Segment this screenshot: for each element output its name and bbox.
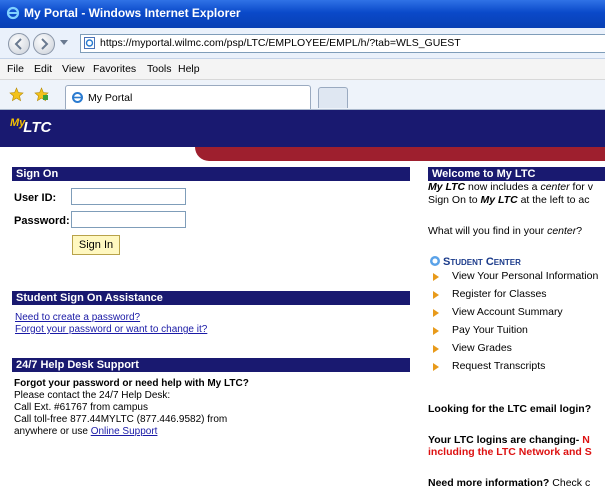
header-accent-band <box>195 147 605 161</box>
help-line-2: Call Ext. #61767 from campus <box>14 402 148 413</box>
welcome-q-end: ? <box>576 225 583 237</box>
logo-ltc: LTC <box>23 119 52 136</box>
chevron-down-icon[interactable] <box>60 40 68 46</box>
tab-bar: My Portal <box>0 80 605 110</box>
online-support-link[interactable]: Online Support <box>91 426 158 437</box>
welcome-p1b: now includes a <box>465 181 541 193</box>
logins-changing-text: Your LTC logins are changing- <box>428 434 583 446</box>
window-title: My Portal - Windows Internet Explorer <box>24 6 241 20</box>
list-item: View Grades <box>452 342 512 354</box>
help-line-3: Call toll-free 877.44MYLTC (877.446.9582… <box>14 414 228 425</box>
help-line-4-text: anywhere or use <box>14 426 88 437</box>
welcome-line-2: Sign On to My LTC at the left to ac <box>428 194 589 206</box>
address-url: https://myportal.wilmc.com/psp/LTC/EMPLO… <box>100 37 461 49</box>
password-label: Password: <box>14 215 70 227</box>
userid-label: User ID: <box>14 192 57 204</box>
menu-help[interactable]: Help <box>178 63 200 75</box>
welcome-line-1: My LTC now includes a center for v <box>428 181 593 193</box>
logo-my: My <box>10 117 26 129</box>
new-tab-button[interactable] <box>318 87 348 108</box>
bullet-icon <box>433 309 439 317</box>
menu-edit[interactable]: Edit <box>34 63 52 75</box>
welcome-p2a: Sign On to <box>428 194 481 206</box>
menu-tools[interactable]: Tools <box>147 63 172 75</box>
forward-arrow-icon <box>41 38 49 50</box>
email-login-question: Looking for the LTC email login? <box>428 403 592 415</box>
welcome-center-1: center <box>540 181 570 193</box>
list-item: Request Transcripts <box>452 360 546 372</box>
welcome-p1d: for v <box>569 181 593 193</box>
student-center-icon <box>430 256 440 266</box>
page-icon <box>84 37 95 49</box>
ie-page-icon <box>72 92 83 103</box>
ie-logo-icon <box>6 6 20 20</box>
help-question: Forgot your password or need help with M… <box>14 378 249 389</box>
more-info-rest: Check c <box>549 477 591 489</box>
list-item: Pay Your Tuition <box>452 324 528 336</box>
create-password-link[interactable]: Need to create a password? <box>15 312 140 323</box>
bullet-icon <box>433 273 439 281</box>
password-input[interactable] <box>71 211 186 228</box>
list-item: View Account Summary <box>452 306 563 318</box>
bullet-icon <box>433 327 439 335</box>
back-arrow-icon <box>14 38 22 50</box>
welcome-q: What will you find in your <box>428 225 548 237</box>
tab-label: My Portal <box>88 92 133 104</box>
tab-my-portal[interactable]: My Portal <box>65 85 311 109</box>
address-bar-row: https://myportal.wilmc.com/psp/LTC/EMPLO… <box>0 28 605 59</box>
bullet-icon <box>433 345 439 353</box>
student-center-title: Student Center <box>443 256 521 268</box>
address-input[interactable]: https://myportal.wilmc.com/psp/LTC/EMPLO… <box>80 34 605 53</box>
sign-in-button[interactable]: Sign In <box>72 235 120 255</box>
logins-changing-red: N <box>582 434 590 446</box>
menu-bar: File Edit View Favorites Tools Help <box>0 59 605 80</box>
welcome-myltc-2: My LTC <box>480 194 518 206</box>
add-favorite-icon[interactable] <box>34 87 49 102</box>
bullet-icon <box>433 291 439 299</box>
bullet-icon <box>433 363 439 371</box>
logins-changing-line-1: Your LTC logins are changing- N <box>428 434 590 446</box>
forward-button[interactable] <box>33 33 55 55</box>
window-titlebar: My Portal - Windows Internet Explorer <box>0 0 605 28</box>
welcome-myltc-1: My LTC <box>428 181 466 193</box>
welcome-question: What will you find in your center? <box>428 225 582 237</box>
welcome-q-center: center <box>547 225 577 237</box>
ltc-logo: MyLTC <box>10 117 52 136</box>
help-line-4: anywhere or use Online Support <box>14 426 157 437</box>
back-button[interactable] <box>8 33 30 55</box>
portal-header: MyLTC <box>0 110 605 147</box>
helpdesk-header: 24/7 Help Desk Support <box>12 358 410 372</box>
assist-header: Student Sign On Assistance <box>12 291 410 305</box>
welcome-header: Welcome to My LTC <box>428 167 605 181</box>
favorites-star-icon[interactable] <box>9 87 24 102</box>
help-line-1: Please contact the 24/7 Help Desk: <box>14 390 171 401</box>
welcome-p2c: at the left to ac <box>517 194 590 206</box>
menu-view[interactable]: View <box>62 63 85 75</box>
signon-header: Sign On <box>12 167 410 181</box>
more-info-bold: Need more information? <box>428 477 550 489</box>
logins-changing-line-2: including the LTC Network and S <box>428 446 592 458</box>
menu-file[interactable]: File <box>7 63 24 75</box>
list-item: Register for Classes <box>452 288 547 300</box>
userid-input[interactable] <box>71 188 186 205</box>
list-item: View Your Personal Information <box>452 270 599 282</box>
forgot-password-link[interactable]: Forgot your password or want to change i… <box>15 324 207 335</box>
menu-favorites[interactable]: Favorites <box>93 63 136 75</box>
more-info-line: Need more information? Check c <box>428 477 590 489</box>
